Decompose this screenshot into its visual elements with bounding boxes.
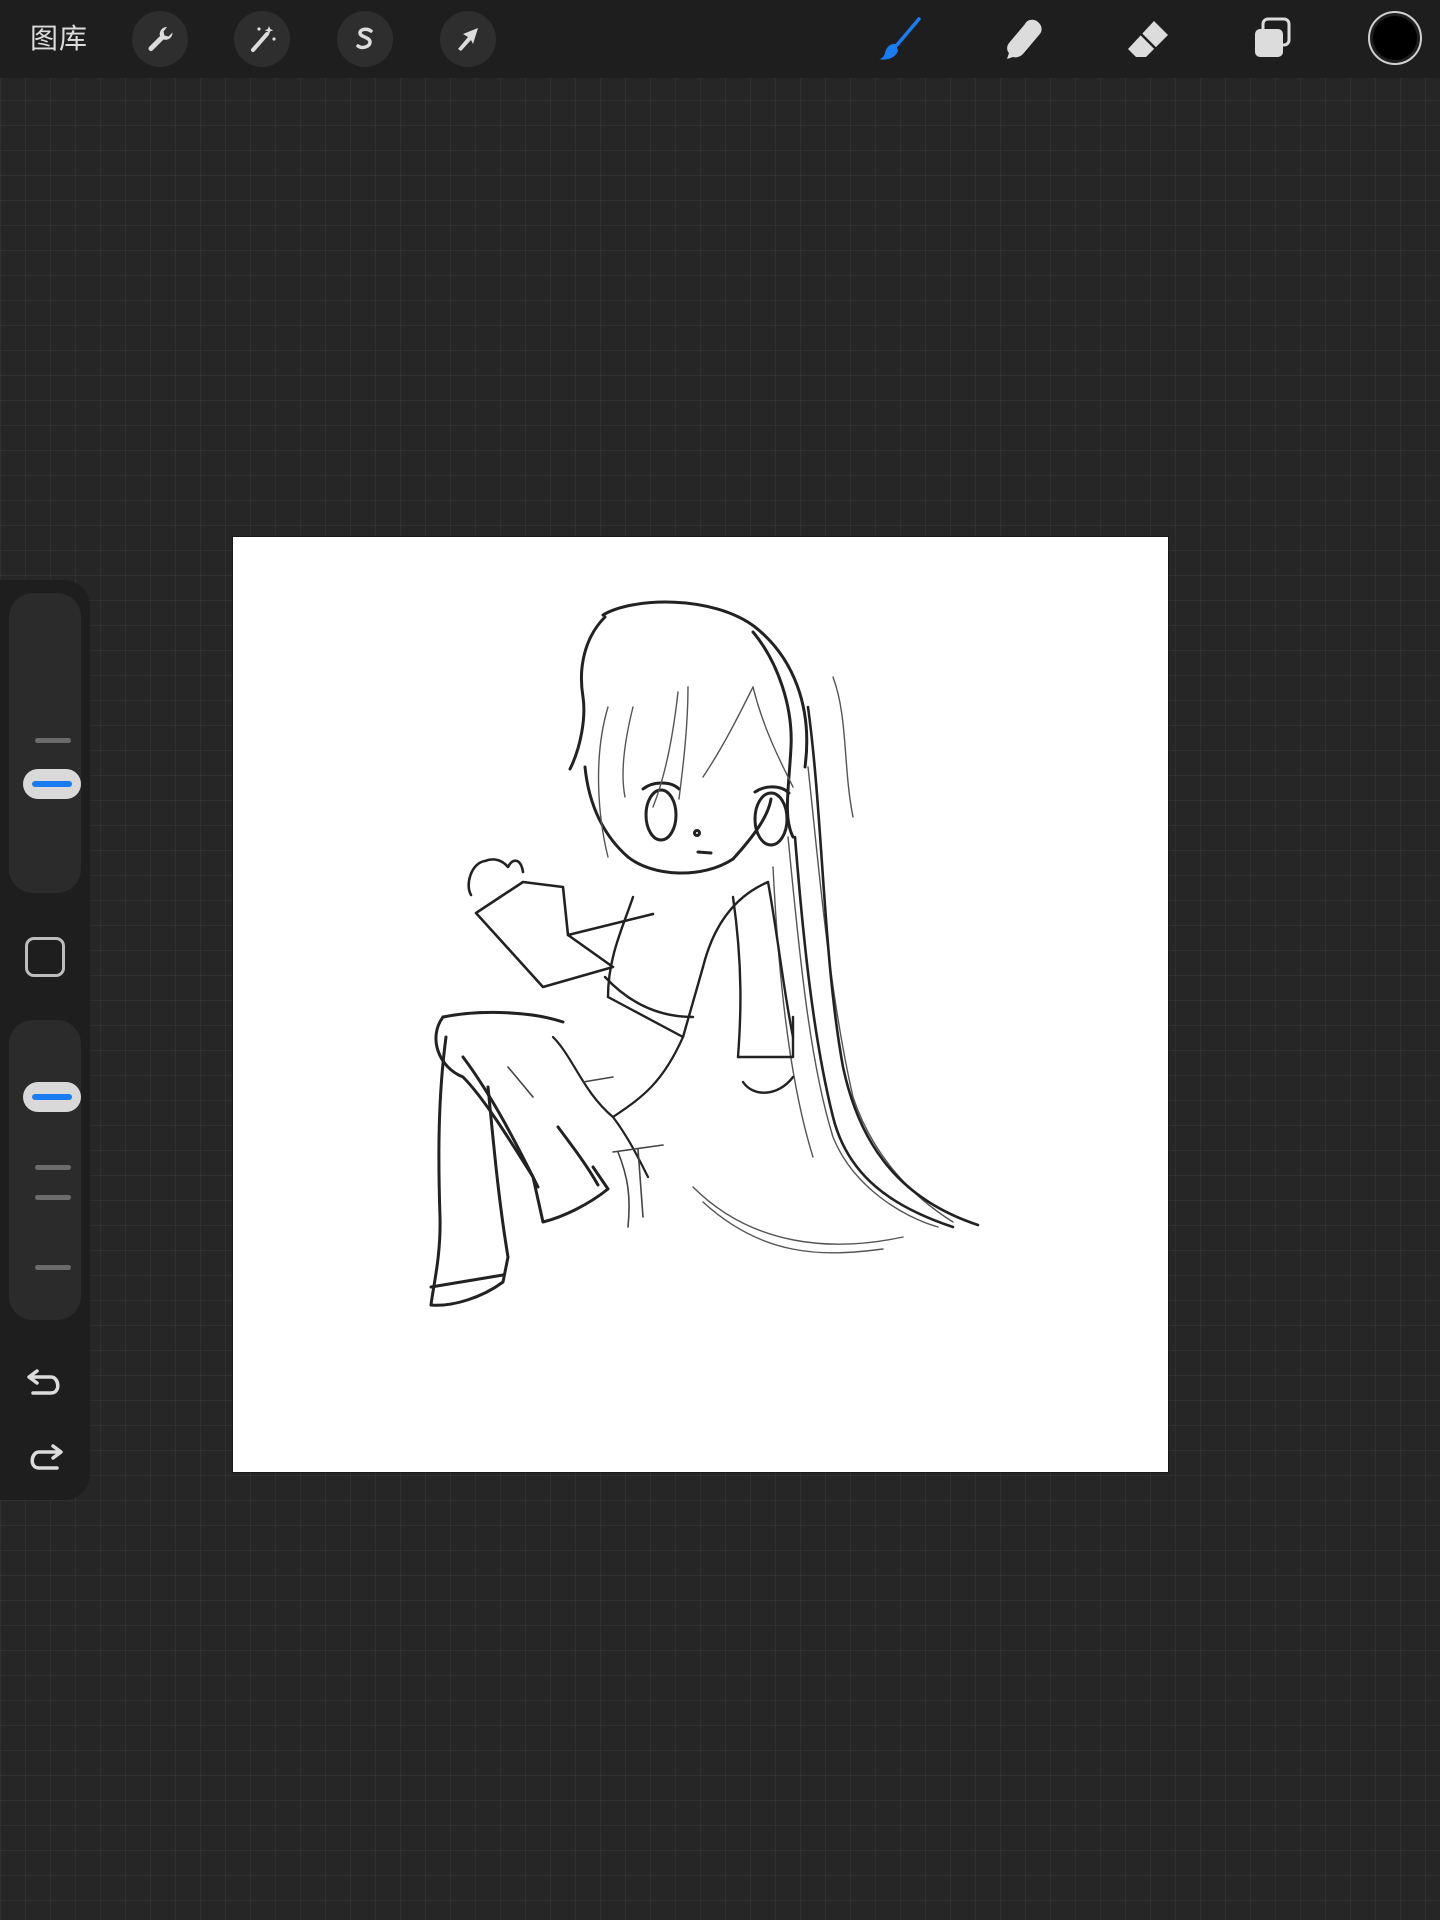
brush-tool-button[interactable] xyxy=(873,11,929,67)
sketch-stroke xyxy=(583,765,630,859)
sketch-stroke xyxy=(787,836,939,1228)
layers-icon xyxy=(1255,17,1291,57)
slider-tick xyxy=(35,738,71,743)
undo-arrow-icon xyxy=(27,1369,60,1395)
sketch-stroke xyxy=(429,1273,505,1289)
modify-button[interactable] xyxy=(25,937,65,977)
sketch-stroke xyxy=(566,912,655,937)
sketch-stroke xyxy=(606,965,705,1039)
selection-s-icon xyxy=(356,27,373,50)
sketch-stroke xyxy=(582,1076,614,1083)
sketch-stroke xyxy=(603,975,695,1019)
sketch-stroke xyxy=(601,600,809,769)
sketch-stroke xyxy=(807,766,954,1223)
sketch-stroke xyxy=(474,880,615,989)
sketch-stroke xyxy=(678,686,689,800)
sketch-stroke xyxy=(434,1015,535,1179)
sketch-stroke xyxy=(441,1010,565,1024)
undo-button[interactable] xyxy=(20,1360,70,1404)
sketch-stroke xyxy=(429,1035,448,1307)
current-color-fill xyxy=(1373,16,1417,60)
sketch-stroke xyxy=(626,855,735,875)
selection-button[interactable] xyxy=(337,11,393,67)
sketch-stroke xyxy=(766,880,795,1039)
sketch-stroke xyxy=(793,835,955,1229)
top-toolbar: 图库 xyxy=(0,0,1440,78)
smudge-finger-icon xyxy=(1007,19,1042,59)
drawing-canvas[interactable] xyxy=(233,537,1168,1472)
eraser-tool-button[interactable] xyxy=(1120,11,1176,67)
brush-size-slider[interactable] xyxy=(9,593,81,893)
sketch-stroke xyxy=(617,1151,630,1228)
slider-tick xyxy=(35,1165,71,1170)
sketch-stroke xyxy=(731,895,742,1059)
brush-icon xyxy=(879,17,921,60)
sketch-stroke xyxy=(696,850,713,855)
sketch-stroke xyxy=(461,1055,540,1189)
slider-tick xyxy=(35,1195,71,1200)
sketch-stroke xyxy=(644,788,678,842)
left-sidebar xyxy=(0,580,90,1500)
sketch-stroke xyxy=(637,1148,644,1218)
color-picker-button[interactable] xyxy=(1368,11,1422,65)
sketch-stroke xyxy=(606,895,635,999)
opacity-slider[interactable] xyxy=(9,1020,81,1320)
sketch-stroke xyxy=(467,858,525,897)
slider-tick xyxy=(35,1265,71,1270)
sketch-stroke xyxy=(507,1066,534,1098)
transform-button[interactable] xyxy=(440,11,496,67)
sketch-stroke xyxy=(741,1075,795,1094)
eraser-icon xyxy=(1128,21,1168,57)
redo-button[interactable] xyxy=(20,1435,70,1479)
magic-wand-icon xyxy=(251,26,276,52)
sketch-drawing xyxy=(429,600,980,1307)
sketch-stroke xyxy=(731,797,773,861)
sketch-stroke xyxy=(551,1035,685,1119)
sketch-stroke xyxy=(736,1015,795,1059)
sketch-stroke xyxy=(622,706,634,798)
adjustments-button[interactable] xyxy=(234,11,290,67)
slider-thumb-line xyxy=(32,1094,72,1100)
wrench-icon xyxy=(148,26,173,52)
actions-button[interactable] xyxy=(132,11,188,67)
sketch-stroke xyxy=(702,686,754,778)
sketch-stroke xyxy=(611,1115,650,1179)
smudge-tool-button[interactable] xyxy=(995,11,1051,67)
sketch-stroke xyxy=(832,676,854,818)
sketch-stroke xyxy=(702,1201,884,1254)
arrow-cursor-icon xyxy=(458,28,478,51)
gallery-button[interactable]: 图库 xyxy=(30,17,88,61)
sketch-stroke xyxy=(531,1165,610,1224)
slider-thumb-line xyxy=(32,781,72,787)
brush-size-slider-thumb[interactable] xyxy=(23,769,81,799)
redo-arrow-icon xyxy=(30,1444,63,1470)
opacity-slider-thumb[interactable] xyxy=(23,1082,81,1112)
sketch-stroke xyxy=(693,829,701,837)
sketch-stroke xyxy=(556,1125,600,1187)
sketch-stroke xyxy=(806,705,980,1227)
layers-button[interactable] xyxy=(1245,11,1301,67)
sketch-stroke xyxy=(692,1186,904,1245)
